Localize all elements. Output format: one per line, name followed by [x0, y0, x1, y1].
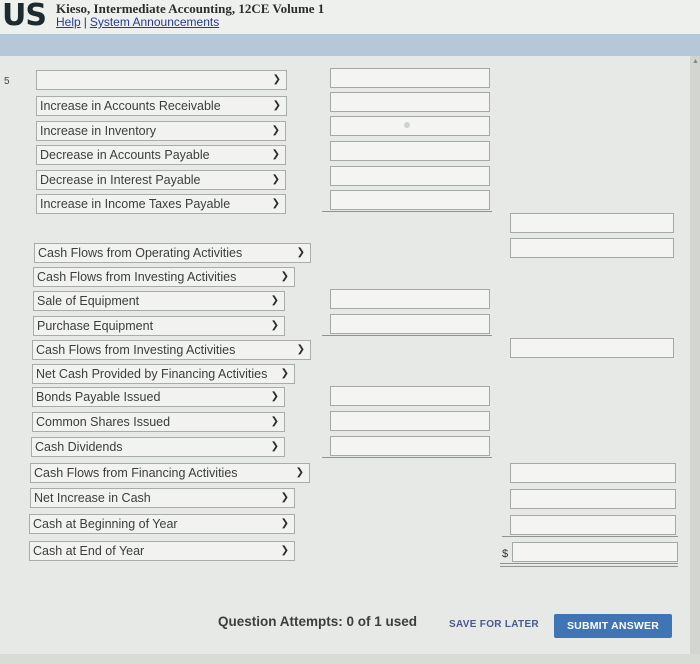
total-input-2[interactable] — [510, 238, 674, 258]
account-select-1[interactable]: ❯ — [36, 70, 287, 90]
link-separator: | — [83, 15, 87, 29]
amount-input-8[interactable] — [330, 314, 490, 334]
cash-end-select[interactable]: Cash at End of Year ❯ — [29, 541, 295, 561]
header-links: Help | System Announcements — [56, 15, 219, 29]
chevron-down-icon: ❯ — [280, 492, 289, 503]
double-underline — [500, 566, 678, 567]
section-select-financing[interactable]: Net Cash Provided by Financing Activitie… — [32, 364, 295, 384]
total-input-3[interactable] — [510, 338, 674, 358]
select-label: Common Shares Issued — [36, 415, 171, 429]
chevron-down-icon: ❯ — [296, 247, 305, 258]
select-label: Cash Flows from Operating Activities — [38, 246, 243, 260]
cash-beginning-select[interactable]: Cash at Beginning of Year ❯ — [29, 514, 295, 534]
app-header: US Kieso, Intermediate Accounting, 12CE … — [0, 0, 700, 34]
chevron-down-icon: ❯ — [271, 198, 280, 209]
chevron-down-icon: ❯ — [272, 100, 281, 111]
chevron-down-icon: ❯ — [270, 416, 279, 427]
select-label: Decrease in Accounts Payable — [40, 148, 210, 162]
help-link[interactable]: Help — [56, 15, 81, 29]
account-select-9[interactable]: Bonds Payable Issued ❯ — [32, 387, 285, 407]
chevron-down-icon: ❯ — [270, 295, 279, 306]
amount-input-4[interactable] — [330, 141, 490, 161]
chevron-down-icon: ❯ — [295, 467, 304, 478]
select-label: Cash at Beginning of Year — [33, 517, 178, 531]
net-increase-select[interactable]: Net Increase in Cash ❯ — [30, 488, 295, 508]
total-input-5[interactable] — [510, 489, 676, 509]
select-label: Increase in Income Taxes Payable — [40, 197, 231, 211]
chevron-down-icon: ❯ — [271, 125, 280, 136]
chevron-down-icon: ❯ — [271, 174, 280, 185]
total-underline — [502, 536, 678, 537]
chevron-down-icon: ❯ — [280, 368, 289, 379]
amount-input-10[interactable] — [330, 411, 490, 431]
subtotal-select-financing[interactable]: Cash Flows from Financing Activities ❯ — [30, 463, 310, 483]
total-underline — [322, 457, 492, 458]
amount-input-1[interactable] — [330, 68, 490, 88]
chevron-down-icon: ❯ — [296, 344, 305, 355]
subtotal-select-investing[interactable]: Cash Flows from Investing Activities ❯ — [32, 340, 311, 360]
double-underline — [500, 563, 678, 564]
select-label: Net Cash Provided by Financing Activitie… — [36, 367, 268, 381]
total-underline — [322, 211, 492, 212]
select-label: Increase in Accounts Receivable — [40, 99, 221, 113]
dollar-sign: $ — [502, 548, 509, 560]
cursor-dot — [404, 122, 410, 128]
amount-input-3[interactable] — [330, 116, 490, 136]
chevron-down-icon: ❯ — [270, 391, 279, 402]
bottom-strip — [0, 654, 700, 664]
select-label: Cash Flows from Financing Activities — [34, 466, 238, 480]
amount-input-9[interactable] — [330, 386, 490, 406]
chevron-down-icon: ❯ — [280, 518, 289, 529]
select-label: Cash at End of Year — [33, 544, 145, 558]
account-select-11[interactable]: Cash Dividends ❯ — [31, 437, 285, 457]
total-input-7[interactable] — [512, 542, 678, 562]
total-input-1[interactable] — [510, 213, 674, 233]
select-label: Decrease in Interest Payable — [40, 173, 201, 187]
chevron-down-icon: ❯ — [270, 441, 279, 452]
chevron-down-icon: ❯ — [280, 545, 289, 556]
amount-input-5[interactable] — [330, 166, 490, 186]
select-label: Cash Dividends — [35, 440, 123, 454]
account-select-5[interactable]: Decrease in Interest Payable ❯ — [36, 170, 286, 190]
question-attempts: Question Attempts: 0 of 1 used — [218, 614, 418, 629]
select-label: Cash Flows from Investing Activities — [37, 270, 237, 284]
chevron-down-icon: ❯ — [270, 320, 279, 331]
chevron-down-icon: ❯ — [280, 271, 289, 282]
account-select-7[interactable]: Sale of Equipment ❯ — [33, 291, 285, 311]
select-label: Purchase Equipment — [37, 319, 154, 333]
scroll-up-arrow-icon[interactable]: ▲ — [692, 58, 699, 65]
total-input-6[interactable] — [510, 515, 676, 535]
left-margin-mark: 5 — [4, 76, 10, 87]
section-select-investing[interactable]: Cash Flows from Investing Activities ❯ — [33, 267, 295, 287]
select-label: Increase in Inventory — [40, 124, 157, 138]
section-select-operating[interactable]: Cash Flows from Operating Activities ❯ — [34, 243, 311, 263]
submit-answer-button[interactable]: SUBMIT ANSWER — [554, 614, 672, 638]
amount-input-2[interactable] — [330, 92, 490, 112]
select-label: Cash Flows from Investing Activities — [36, 343, 236, 357]
chevron-down-icon: ❯ — [271, 149, 280, 160]
system-announcements-link[interactable]: System Announcements — [90, 15, 219, 29]
app-logo: US — [2, 0, 47, 33]
amount-input-7[interactable] — [330, 289, 490, 309]
chevron-down-icon: ❯ — [272, 74, 281, 85]
scrollbar[interactable] — [690, 56, 700, 664]
select-label: Sale of Equipment — [37, 294, 140, 308]
account-select-6[interactable]: Increase in Income Taxes Payable ❯ — [36, 194, 286, 214]
select-label: Bonds Payable Issued — [36, 390, 161, 404]
account-select-3[interactable]: Increase in Inventory ❯ — [36, 121, 286, 141]
amount-input-11[interactable] — [330, 436, 490, 456]
account-select-10[interactable]: Common Shares Issued ❯ — [32, 412, 285, 432]
account-select-2[interactable]: Increase in Accounts Receivable ❯ — [36, 96, 287, 116]
total-underline — [322, 335, 492, 336]
total-input-4[interactable] — [510, 463, 676, 483]
amount-input-6[interactable] — [330, 190, 490, 210]
account-select-8[interactable]: Purchase Equipment ❯ — [33, 316, 285, 336]
account-select-4[interactable]: Decrease in Accounts Payable ❯ — [36, 145, 286, 165]
select-label: Net Increase in Cash — [34, 491, 151, 505]
save-for-later-button[interactable]: SAVE FOR LATER — [446, 614, 542, 636]
